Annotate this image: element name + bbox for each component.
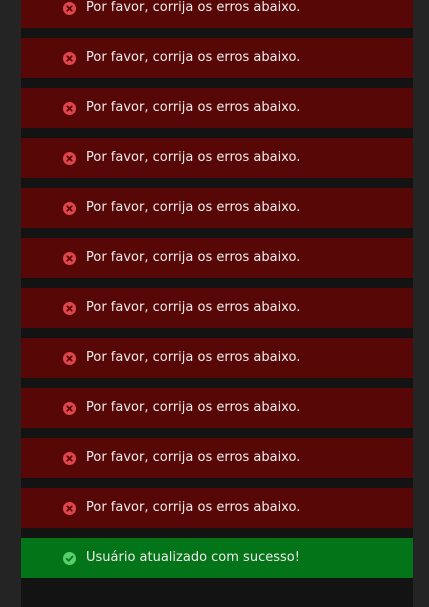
- message-text: Por favor, corrija os erros abaixo.: [86, 150, 301, 165]
- error-circle-x-icon: [63, 152, 76, 165]
- error-circle-x-icon: [63, 102, 76, 115]
- error-circle-x-icon: [63, 352, 76, 365]
- error-circle-x-icon: [63, 252, 76, 265]
- error-circle-x-icon: [63, 502, 76, 515]
- message-text: Por favor, corrija os erros abaixo.: [86, 50, 301, 65]
- error-message-6: Por favor, corrija os erros abaixo.: [21, 238, 413, 278]
- success-circle-check-icon: [63, 552, 76, 565]
- error-message-2: Por favor, corrija os erros abaixo.: [21, 38, 413, 78]
- message-list: Por favor, corrija os erros abaixo. Por …: [21, 0, 413, 588]
- error-message-7: Por favor, corrija os erros abaixo.: [21, 288, 413, 328]
- error-circle-x-icon: [63, 402, 76, 415]
- error-circle-x-icon: [63, 452, 76, 465]
- error-message-1: Por favor, corrija os erros abaixo.: [21, 0, 413, 28]
- error-circle-x-icon: [63, 52, 76, 65]
- error-message-9: Por favor, corrija os erros abaixo.: [21, 388, 413, 428]
- error-circle-x-icon: [63, 2, 76, 15]
- message-text: Por favor, corrija os erros abaixo.: [86, 500, 301, 515]
- message-text: Por favor, corrija os erros abaixo.: [86, 450, 301, 465]
- success-message-12: Usuário atualizado com sucesso!: [21, 538, 413, 578]
- message-text: Por favor, corrija os erros abaixo.: [86, 300, 301, 315]
- error-message-4: Por favor, corrija os erros abaixo.: [21, 138, 413, 178]
- error-message-10: Por favor, corrija os erros abaixo.: [21, 438, 413, 478]
- error-message-5: Por favor, corrija os erros abaixo.: [21, 188, 413, 228]
- error-message-3: Por favor, corrija os erros abaixo.: [21, 88, 413, 128]
- message-text: Por favor, corrija os erros abaixo.: [86, 100, 301, 115]
- message-text: Por favor, corrija os erros abaixo.: [86, 400, 301, 415]
- error-message-11: Por favor, corrija os erros abaixo.: [21, 488, 413, 528]
- error-circle-x-icon: [63, 302, 76, 315]
- message-text: Por favor, corrija os erros abaixo.: [86, 0, 301, 15]
- message-text: Por favor, corrija os erros abaixo.: [86, 200, 301, 215]
- message-text: Usuário atualizado com sucesso!: [86, 550, 300, 565]
- messages-panel: Por favor, corrija os erros abaixo. Por …: [21, 0, 413, 607]
- error-message-8: Por favor, corrija os erros abaixo.: [21, 338, 413, 378]
- message-text: Por favor, corrija os erros abaixo.: [86, 350, 301, 365]
- error-circle-x-icon: [63, 202, 76, 215]
- message-text: Por favor, corrija os erros abaixo.: [86, 250, 301, 265]
